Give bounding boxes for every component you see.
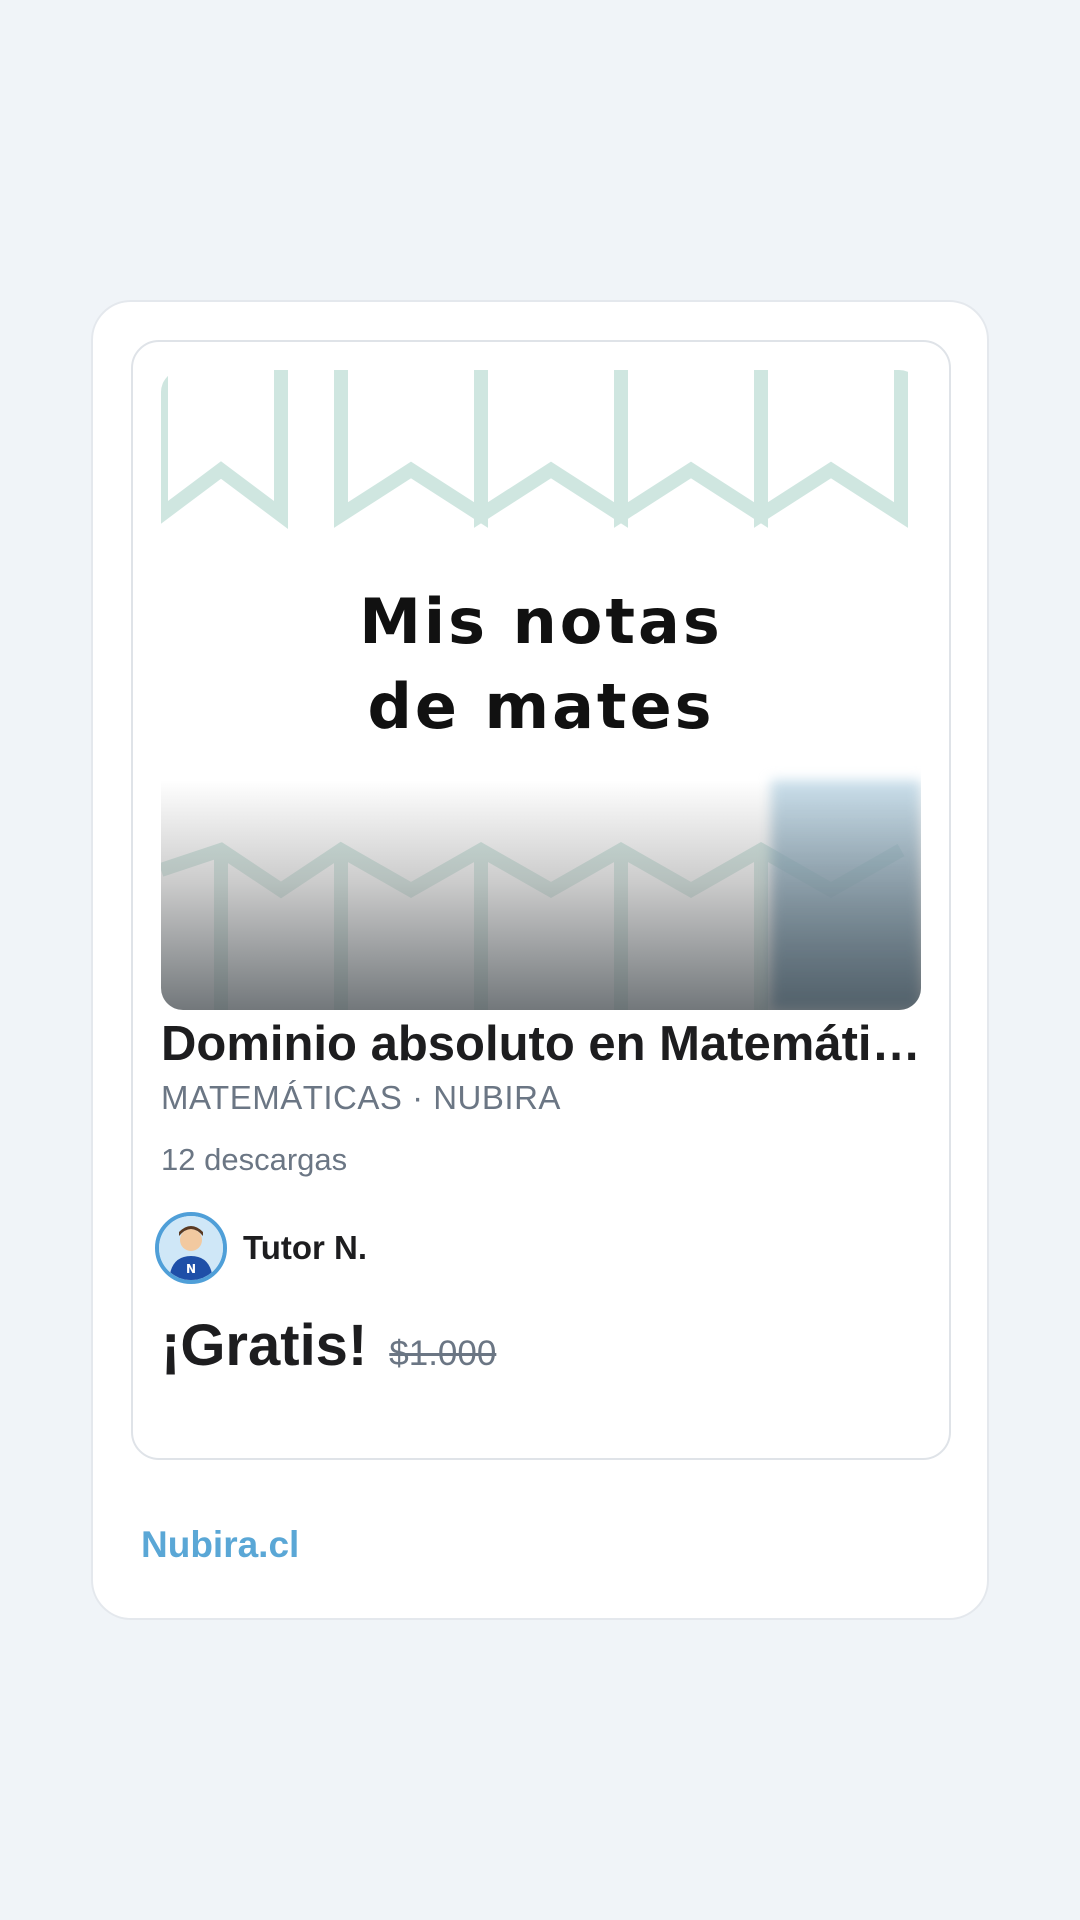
price-current: ¡Gratis! bbox=[161, 1313, 368, 1378]
author-info[interactable]: N Tutor N. bbox=[155, 1212, 367, 1284]
product-card[interactable]: Mis notas de mates Dominio absoluto en M… bbox=[131, 340, 951, 1460]
svg-text:N: N bbox=[186, 1262, 196, 1276]
thumbnail-text-line1: Mis notas bbox=[359, 585, 723, 658]
author-name[interactable]: Tutor N. bbox=[243, 1229, 367, 1267]
share-card: Mis notas de mates Dominio absoluto en M… bbox=[91, 300, 989, 1620]
tutor-avatar-icon: N bbox=[159, 1216, 223, 1280]
product-thumbnail[interactable]: Mis notas de mates bbox=[161, 370, 921, 1010]
thumbnail-text-line2: de mates bbox=[367, 670, 715, 743]
price-original: $1.000 bbox=[389, 1334, 497, 1373]
avatar: N bbox=[155, 1212, 227, 1284]
price-row: ¡Gratis! $1.000 bbox=[161, 1312, 496, 1379]
thumbnail-blurred-corner bbox=[771, 780, 921, 1010]
download-count: 12 descargas bbox=[161, 1142, 348, 1177]
product-title[interactable]: Dominio absoluto en Matemáticas bbox=[161, 1014, 923, 1074]
brand-link[interactable]: Nubira.cl bbox=[141, 1524, 299, 1566]
product-subject: MATEMÁTICAS · NUBIRA bbox=[161, 1079, 561, 1116]
